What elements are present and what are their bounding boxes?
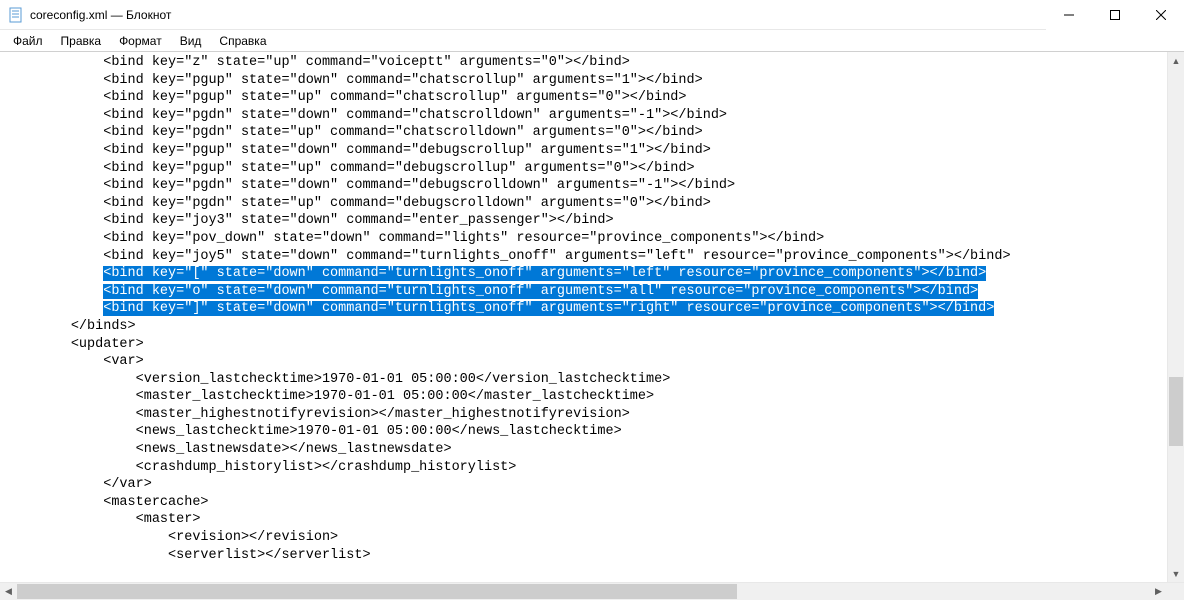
scroll-up-icon[interactable]: ▲ <box>1168 52 1184 69</box>
titlebar: coreconfig.xml — Блокнот <box>0 0 1184 30</box>
scroll-down-icon[interactable]: ▼ <box>1168 565 1184 582</box>
menu-edit[interactable]: Правка <box>52 32 111 50</box>
editor-line[interactable]: <updater> <box>6 336 1178 354</box>
editor-line[interactable]: <bind key="joy5" state="down" command="t… <box>6 248 1178 266</box>
selected-text[interactable]: <bind key="[" state="down" command="turn… <box>103 266 986 281</box>
editor-line[interactable]: <bind key="pgup" state="up" command="cha… <box>6 89 1178 107</box>
editor-line[interactable]: <bind key="pov_down" state="down" comman… <box>6 230 1178 248</box>
horizontal-scroll-thumb[interactable] <box>17 584 737 599</box>
editor-line[interactable]: <bind key="pgup" state="up" command="deb… <box>6 160 1178 178</box>
horizontal-scrollbar[interactable]: ◀ ▶ <box>0 582 1184 600</box>
editor-line[interactable]: </var> <box>6 476 1178 494</box>
menu-view[interactable]: Вид <box>171 32 211 50</box>
editor-line[interactable]: <news_lastchecktime>1970-01-01 05:00:00<… <box>6 423 1178 441</box>
vertical-scroll-thumb[interactable] <box>1169 377 1183 446</box>
vertical-scrollbar[interactable]: ▲ ▼ <box>1167 52 1184 582</box>
window-controls <box>1046 0 1184 29</box>
editor-line[interactable]: <mastercache> <box>6 494 1178 512</box>
close-button[interactable] <box>1138 0 1184 30</box>
editor-line[interactable]: <bind key="[" state="down" command="turn… <box>6 265 1178 283</box>
selected-text[interactable]: <bind key="o" state="down" command="turn… <box>103 284 978 299</box>
editor-line[interactable]: <bind key="]" state="down" command="turn… <box>6 300 1178 318</box>
editor-line[interactable]: <version_lastchecktime>1970-01-01 05:00:… <box>6 371 1178 389</box>
editor-viewport: <bind key="z" state="up" command="voicep… <box>0 52 1184 582</box>
minimize-button[interactable] <box>1046 0 1092 30</box>
editor-line[interactable]: <bind key="pgup" state="down" command="c… <box>6 72 1178 90</box>
editor-text-area[interactable]: <bind key="z" state="up" command="voicep… <box>0 52 1184 582</box>
menu-help[interactable]: Справка <box>210 32 275 50</box>
editor-line[interactable]: <bind key="z" state="up" command="voicep… <box>6 54 1178 72</box>
menu-format[interactable]: Формат <box>110 32 171 50</box>
editor-line[interactable]: <var> <box>6 353 1178 371</box>
editor-line[interactable]: <bind key="pgdn" state="down" command="c… <box>6 107 1178 125</box>
editor-line[interactable]: <bind key="pgdn" state="up" command="cha… <box>6 124 1178 142</box>
menu-file[interactable]: Файл <box>4 32 52 50</box>
editor-line[interactable]: <serverlist></serverlist> <box>6 547 1178 565</box>
editor-line[interactable]: <master_highestnotifyrevision></master_h… <box>6 406 1178 424</box>
editor-line[interactable]: <bind key="o" state="down" command="turn… <box>6 283 1178 301</box>
scroll-right-icon[interactable]: ▶ <box>1150 583 1167 600</box>
editor-line[interactable]: <bind key="pgup" state="down" command="d… <box>6 142 1178 160</box>
menubar: Файл Правка Формат Вид Справка <box>0 30 1184 52</box>
editor-line[interactable]: <crashdump_historylist></crashdump_histo… <box>6 459 1178 477</box>
editor-line[interactable]: <bind key="pgdn" state="up" command="deb… <box>6 195 1178 213</box>
window-title: coreconfig.xml — Блокнот <box>30 8 1046 22</box>
editor-line[interactable]: <revision></revision> <box>6 529 1178 547</box>
editor-line[interactable]: <news_lastnewsdate></news_lastnewsdate> <box>6 441 1178 459</box>
editor-line[interactable]: <bind key="joy3" state="down" command="e… <box>6 212 1178 230</box>
scroll-left-icon[interactable]: ◀ <box>0 583 17 600</box>
editor-line[interactable]: <master> <box>6 511 1178 529</box>
editor-line[interactable]: <bind key="pgdn" state="down" command="d… <box>6 177 1178 195</box>
notepad-icon <box>8 7 24 23</box>
maximize-button[interactable] <box>1092 0 1138 30</box>
editor-line[interactable]: </binds> <box>6 318 1178 336</box>
editor-line[interactable]: <master_lastchecktime>1970-01-01 05:00:0… <box>6 388 1178 406</box>
selected-text[interactable]: <bind key="]" state="down" command="turn… <box>103 301 994 316</box>
vertical-scroll-track[interactable] <box>1168 69 1184 565</box>
